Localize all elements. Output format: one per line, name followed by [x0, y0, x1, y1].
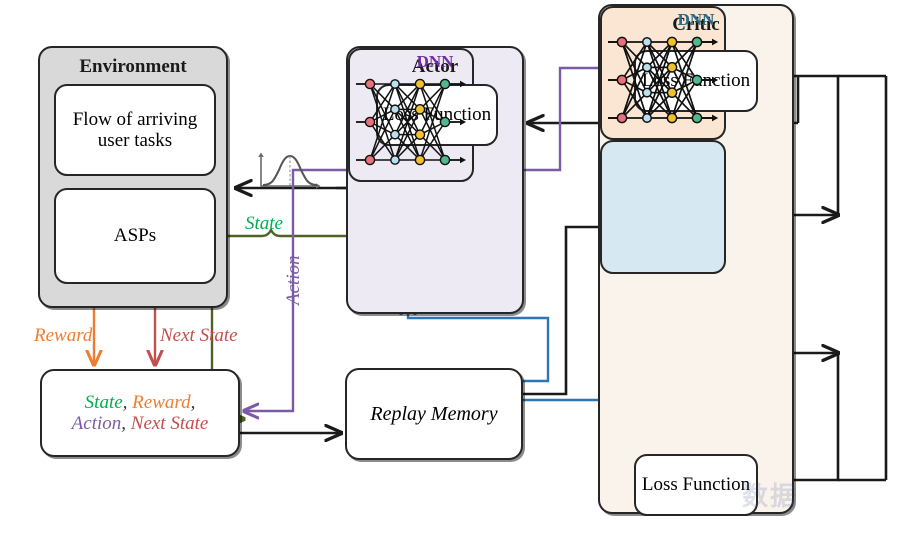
tuple-comma-1: , [122, 391, 128, 413]
distribution-curve-icon [258, 152, 321, 189]
reward-edge-label: Reward [34, 325, 93, 346]
environment-title: Environment [79, 56, 187, 77]
tuple-line-2: Action, Next State [72, 413, 209, 434]
critic-bottom-neural-net-icon [608, 36, 718, 124]
tuple-line-1: State, Reward, [85, 392, 196, 413]
tuple-comma-3: , [121, 413, 127, 434]
tuple-state-label: State [84, 391, 123, 413]
actor-neural-net-icon [356, 78, 466, 166]
actor-dnn-label: DNN [416, 52, 454, 71]
critic-loss-function-bottom-label: Loss Function [641, 474, 751, 496]
replay-memory-box: Replay Memory [345, 368, 523, 460]
diagram-canvas: Environment Flow of arriving user tasks … [0, 0, 907, 541]
flow-of-tasks-box: Flow of arriving user tasks [54, 84, 216, 176]
experience-tuple-box: State, Reward, Action, Next State [40, 369, 240, 457]
tuple-next-state-label: Next State [130, 413, 209, 434]
next-state-edge-label: Next State [160, 325, 238, 346]
action-edge-label: Action [283, 255, 304, 305]
critic-loss-function-bottom-box: Loss Function [634, 454, 758, 516]
tuple-action-label: Action [71, 413, 122, 434]
actor-box: Actor Loss Function DNN [346, 46, 524, 314]
asps-box: ASPs [54, 188, 216, 284]
flow-of-tasks-label: Flow of arriving user tasks [72, 108, 198, 151]
environment-box: Environment Flow of arriving user tasks … [38, 46, 228, 308]
actor-dnn-box: DNN [348, 48, 474, 182]
critic-box: Critic Loss Function DNN DNN Loss Functi… [598, 4, 794, 516]
asps-label: ASPs [113, 225, 157, 247]
tuple-reward-label: Reward [132, 391, 191, 413]
state-edge-label: State [245, 213, 283, 234]
critic-dnn-bottom-box: DNN [600, 10, 726, 274]
watermark: 数据 [742, 482, 799, 511]
critic-dnn-bottom-label: DNN [677, 10, 715, 29]
replay-memory-label: Replay Memory [370, 402, 498, 425]
tuple-comma-2: , [190, 391, 196, 413]
